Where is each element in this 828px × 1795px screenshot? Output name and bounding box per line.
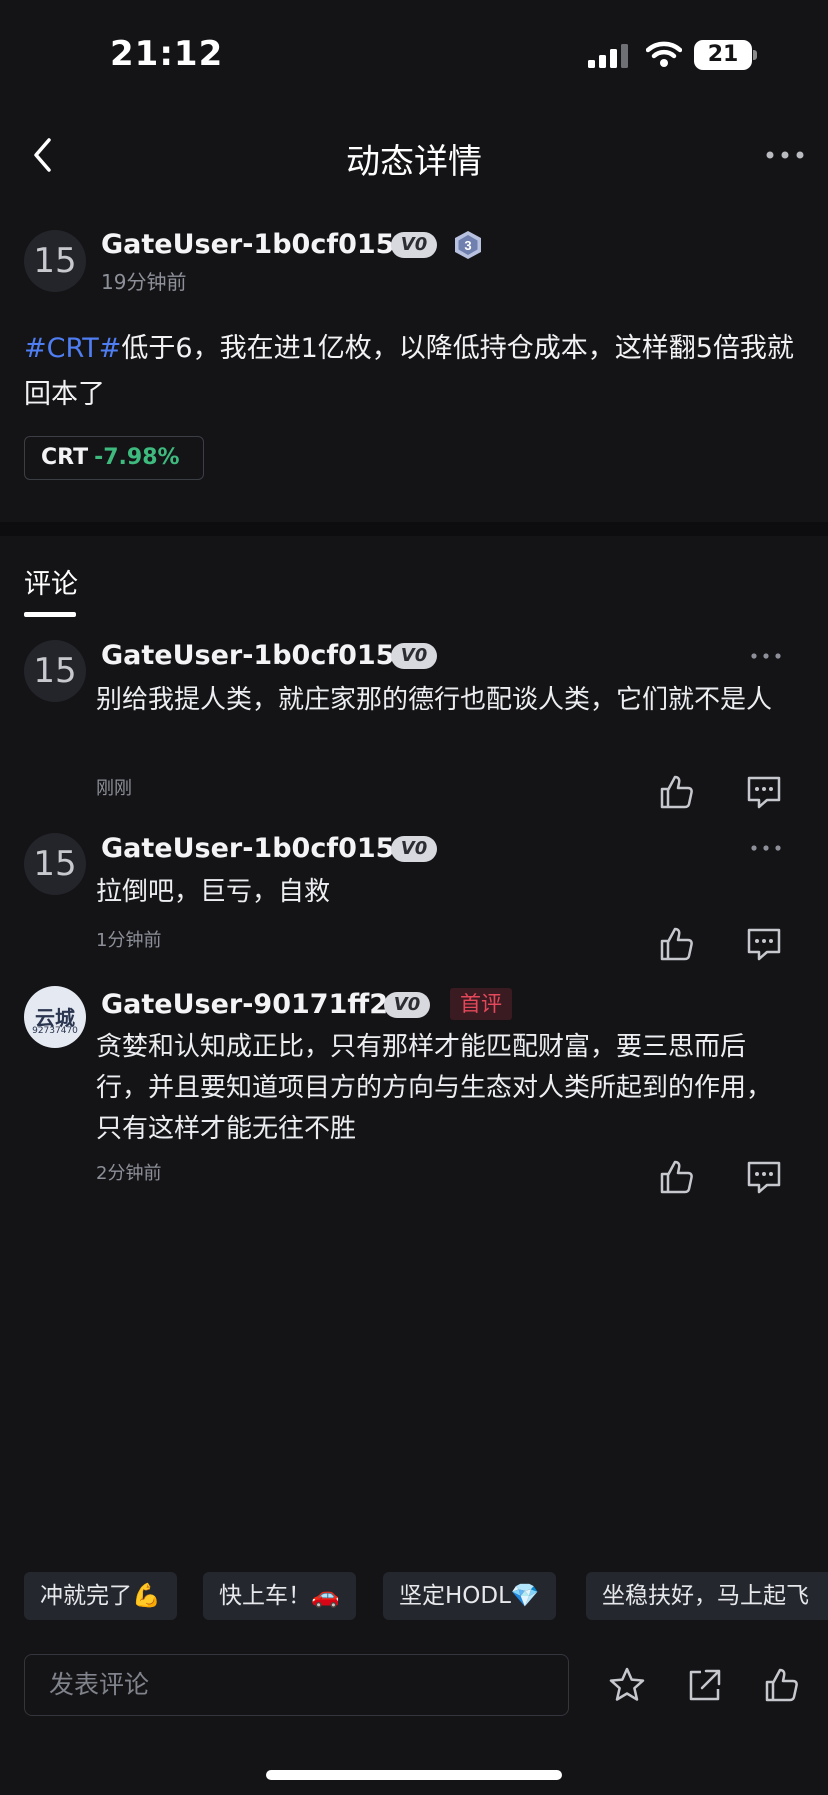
level-badge-number: 3: [464, 238, 471, 253]
battery-cap: [753, 50, 757, 60]
comment-time: 2分钟前: [96, 1163, 162, 1184]
post-body: 低于6，我在进1亿枚，以降低持仓成本，这样翻5倍我就回本了: [24, 333, 794, 410]
more-options-icon[interactable]: [762, 140, 808, 170]
quick-reply-chip[interactable]: 坐稳扶好，马上起飞: [586, 1572, 828, 1620]
quick-reply-chip[interactable]: 快上车！🚗: [203, 1572, 356, 1620]
post-hashtag[interactable]: #CRT#: [24, 333, 121, 364]
reply-chat-icon[interactable]: [744, 772, 784, 812]
coin-change: -7.98%: [94, 445, 180, 470]
star-icon[interactable]: [607, 1665, 647, 1705]
comment-text: 别给我提人类，就庄家那的德行也配谈人类，它们就不是人: [96, 685, 773, 715]
post-time: 19分钟前: [101, 270, 187, 294]
comment-avatar[interactable]: 15: [24, 640, 86, 702]
comment-author-name[interactable]: GateUser-90171ff2: [101, 989, 388, 1020]
section-divider: [0, 522, 828, 536]
comment-author-name[interactable]: GateUser-1b0cf015: [101, 640, 394, 671]
quick-reply-chip[interactable]: 冲就完了💪: [24, 1572, 177, 1620]
comment-text: 拉倒吧，巨亏，自救: [96, 877, 331, 907]
vip-badge: V0: [391, 836, 437, 862]
status-time: 21:12: [110, 34, 224, 74]
comment-avatar[interactable]: 云城 92737470: [24, 986, 86, 1048]
quick-reply-chip[interactable]: 坚定HODL💎: [383, 1572, 556, 1620]
thumbs-up-icon[interactable]: [656, 772, 696, 812]
share-icon[interactable]: [684, 1665, 724, 1705]
thumbs-up-icon[interactable]: [761, 1665, 801, 1705]
thumbs-up-icon[interactable]: [656, 924, 696, 964]
tab-active-indicator: [24, 612, 76, 617]
wifi-icon: [646, 41, 682, 67]
battery-indicator: 21: [694, 40, 752, 70]
comment-time: 刚刚: [96, 778, 132, 799]
vip-badge: V0: [384, 992, 430, 1018]
post-author-name[interactable]: GateUser-1b0cf015: [101, 229, 394, 260]
coin-symbol: CRT: [41, 445, 89, 470]
tab-comments[interactable]: 评论: [24, 562, 78, 601]
cellular-signal-icon: [588, 44, 628, 68]
comment-text: 贪婪和认知成正比，只有那样才能匹配财富，要三思而后行，并且要知道项目方的方向与生…: [96, 1032, 773, 1144]
reply-chat-icon[interactable]: [744, 924, 784, 964]
page-title: 动态详情: [346, 142, 482, 182]
comment-author-name[interactable]: GateUser-1b0cf015: [101, 833, 394, 864]
thumbs-up-icon[interactable]: [656, 1157, 696, 1197]
coin-price-chip[interactable]: CRT -7.98%: [24, 436, 204, 480]
vip-badge: V0: [391, 643, 437, 669]
comment-time: 1分钟前: [96, 930, 162, 951]
comment-more-icon[interactable]: [750, 842, 782, 854]
first-comment-badge: 首评: [450, 988, 512, 1020]
home-indicator: [266, 1770, 562, 1780]
avatar-subtext: 92737470: [32, 1026, 78, 1036]
comment-more-icon[interactable]: [750, 650, 782, 662]
post-content: #CRT#低于6，我在进1亿枚，以降低持仓成本，这样翻5倍我就回本了: [24, 326, 810, 418]
level-hexagon-icon: 3: [455, 231, 481, 259]
post-author-avatar[interactable]: 15: [24, 230, 86, 292]
vip-badge: V0: [391, 232, 437, 258]
comment-avatar[interactable]: 15: [24, 833, 86, 895]
comment-input[interactable]: 发表评论: [24, 1654, 569, 1716]
reply-chat-icon[interactable]: [744, 1157, 784, 1197]
